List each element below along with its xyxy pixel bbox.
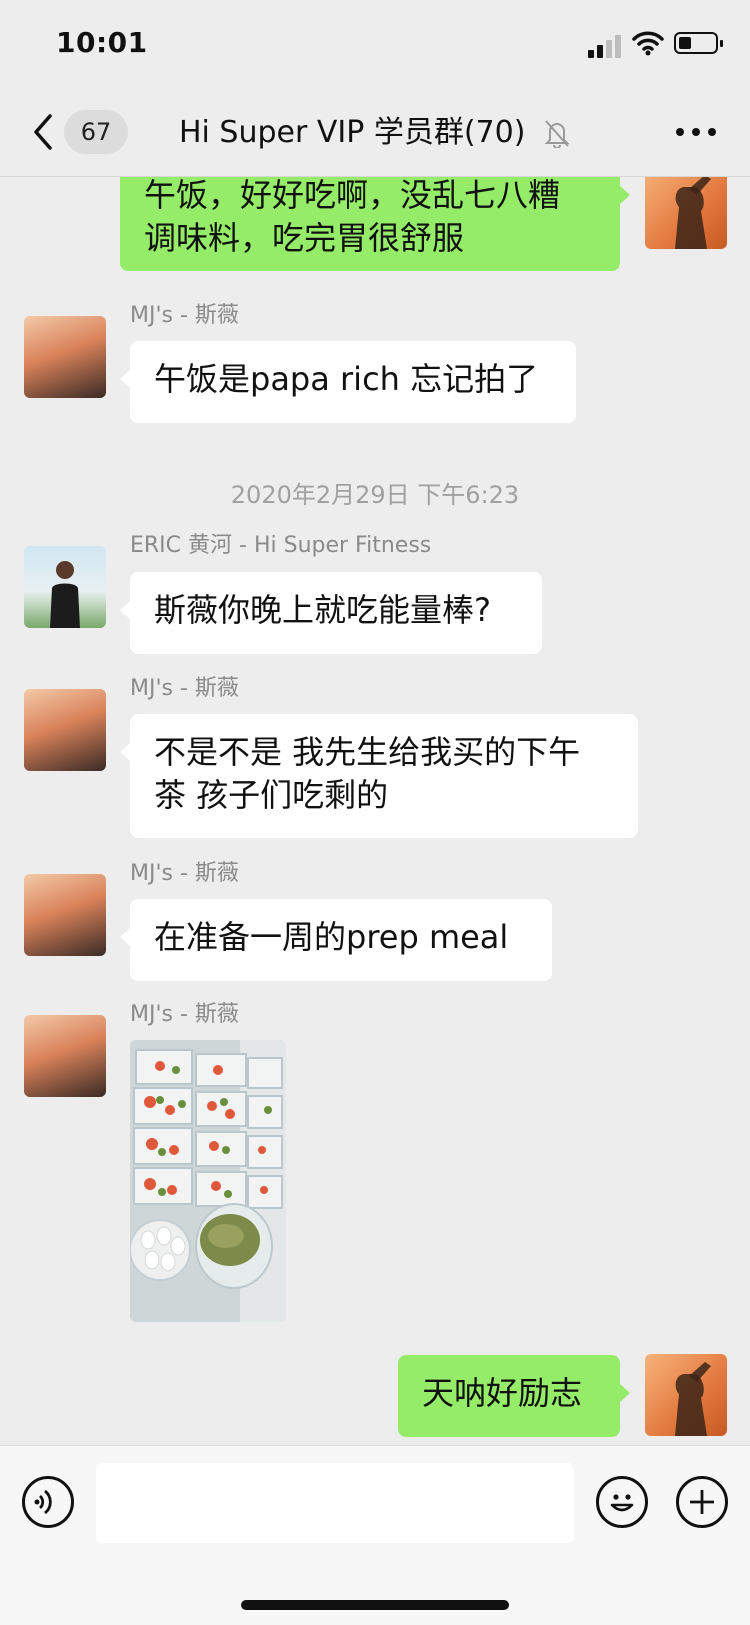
home-indicator[interactable] — [241, 1600, 509, 1610]
plus-icon — [690, 1490, 714, 1514]
sender-name: MJ's - 斯薇 — [130, 676, 239, 701]
voice-icon — [34, 1489, 52, 1515]
group-name: Hi Super VIP 学员群(70) — [179, 114, 526, 150]
avatar-eric[interactable] — [24, 546, 106, 628]
message-list[interactable]: 午饭，好好吃啊，没乱七八糟 调味料，吃完胃很舒服 MJ's - 斯薇 午饭是pa… — [0, 177, 750, 1445]
chat-title: Hi Super VIP 学员群(70) — [0, 110, 750, 155]
my-avatar[interactable] — [645, 1354, 727, 1436]
sender-name: MJ's - 斯薇 — [130, 861, 239, 886]
plus-button[interactable] — [676, 1476, 728, 1528]
more-options-icon[interactable] — [676, 128, 716, 138]
emoji-button[interactable] — [596, 1476, 648, 1528]
avatar-mj[interactable] — [24, 874, 106, 956]
person-silhouette-icon — [675, 177, 711, 249]
signal-icon — [588, 34, 624, 58]
chat-header: 67 Hi Super VIP 学员群(70) — [0, 88, 750, 177]
person-silhouette-icon — [675, 1362, 711, 1436]
input-bar — [0, 1445, 750, 1625]
sender-name: ERIC 黄河 - Hi Super Fitness — [130, 533, 432, 558]
emoji-icon — [610, 1494, 634, 1512]
battery-icon — [674, 32, 723, 54]
message-line: 茶 孩子们吃剩的 — [154, 776, 389, 814]
message-bubble-incoming[interactable]: 在准备一周的prep meal — [120, 899, 552, 981]
message-bubble-incoming[interactable]: 午饭是papa rich 忘记拍了 — [120, 341, 576, 423]
meal-prep-photo[interactable] — [130, 1040, 286, 1322]
person-icon — [50, 561, 80, 628]
message-bubble-incoming[interactable]: 不是不是 我先生给我买的下午 茶 孩子们吃剩的 — [120, 714, 638, 838]
voice-button[interactable] — [22, 1476, 74, 1528]
sender-name: MJ's - 斯薇 — [130, 1002, 239, 1027]
my-avatar[interactable] — [645, 177, 727, 249]
status-bar: 10:01 — [0, 0, 750, 88]
avatar-mj[interactable] — [24, 316, 106, 398]
meal-prep-image — [130, 1040, 286, 1322]
avatar-mj[interactable] — [24, 1015, 106, 1097]
message-line: 午饭，好好吃啊，没乱七八糟 — [144, 177, 561, 214]
message-bubble-outgoing[interactable]: 天呐好励志 — [398, 1355, 630, 1437]
message-bubble-incoming[interactable]: 斯薇你晚上就吃能量棒? — [120, 572, 542, 654]
wifi-icon — [632, 31, 664, 56]
message-input[interactable] — [96, 1463, 574, 1543]
message-line: 调味料，吃完胃很舒服 — [144, 219, 465, 257]
sender-name: MJ's - 斯薇 — [130, 303, 239, 328]
timestamp: 2020年2月29日 下午6:23 — [230, 481, 520, 509]
message-line: 不是不是 我先生给我买的下午 — [154, 733, 581, 771]
mute-bell-icon — [544, 119, 570, 148]
status-time: 10:01 — [56, 26, 148, 59]
message-bubble-outgoing[interactable]: 午饭，好好吃啊，没乱七八糟 调味料，吃完胃很舒服 — [120, 177, 630, 271]
avatar-mj[interactable] — [24, 689, 106, 771]
